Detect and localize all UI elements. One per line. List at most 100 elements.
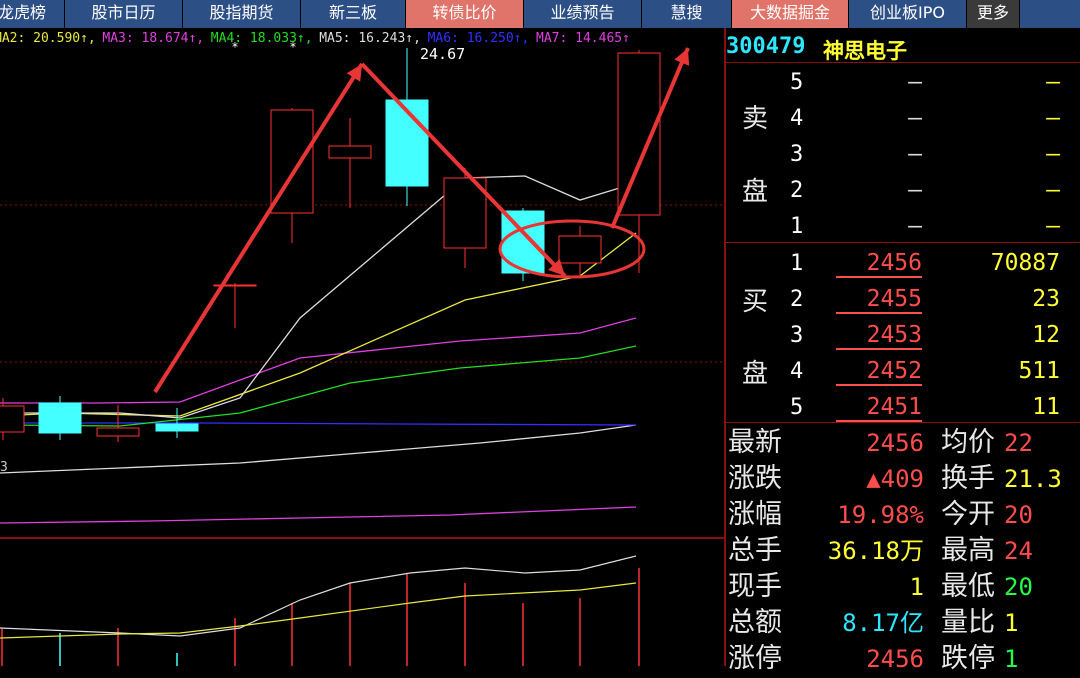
quote-row: 现手 1 最低 20 <box>726 570 1080 606</box>
marker-star: * <box>290 40 296 54</box>
buy-price: 2456 <box>836 250 922 278</box>
sell-row-4: 4 — — <box>726 102 1080 138</box>
quote-panel: 300479 神思电子 卖 盘 买 盘 5— —4— —3— —2— —1— —1 2456… <box>726 28 1080 674</box>
quote-label: 最高 <box>941 535 995 566</box>
ma-line <box>0 424 637 474</box>
buy-price: 2452 <box>836 358 922 386</box>
candle-body <box>328 145 372 159</box>
quote-row: 总额 8.17亿 量比 1 <box>726 606 1080 642</box>
buy-volume: 511 <box>1018 358 1060 384</box>
buy-volume: 11 <box>1032 394 1060 420</box>
tab-5[interactable]: 业绩预告 <box>524 0 642 28</box>
candle-body <box>38 402 82 434</box>
stock-code: 300479 <box>726 34 806 59</box>
sell-volume: — <box>1046 141 1060 167</box>
ma-legend-item: MA6: 16.250↑, <box>428 31 530 46</box>
level-number: 5 <box>790 70 804 95</box>
tab-4[interactable]: 转债比价 <box>406 0 524 28</box>
sell-price: — <box>908 105 922 131</box>
sell-price: — <box>908 69 922 95</box>
ma-legend-item: MA7: 14.465↑ <box>536 31 630 46</box>
kline-chart[interactable]: MA2: 20.590↑, MA3: 18.674↑, MA4: 18.033↑, M… <box>0 28 725 666</box>
quote-row: 最新 2456 均价 22 <box>726 426 1080 462</box>
ma-line <box>0 506 637 524</box>
buy-row-4: 4 2452 511 <box>726 355 1080 391</box>
quote-label: 跌停 <box>941 643 995 674</box>
quote-value: 20 <box>1004 573 1033 601</box>
quote-value: ▲409 <box>866 465 924 493</box>
volume-ma-line <box>0 582 637 639</box>
sell-row-2: 2 — — <box>726 174 1080 210</box>
quote-value: 2456 <box>866 429 924 457</box>
buy-row-1: 1 2456 70887 <box>726 247 1080 283</box>
quote-value: 20 <box>1004 501 1033 529</box>
quote-label: 总手 <box>728 535 782 566</box>
buy-row-5: 5 2451 11 <box>726 391 1080 427</box>
quote-label: 最新 <box>728 427 782 458</box>
ma-line <box>0 317 637 404</box>
buy-price: 2455 <box>836 286 922 314</box>
level-number: 2 <box>790 178 804 203</box>
level-number: 4 <box>790 359 804 384</box>
tab-1[interactable]: 股市日历 <box>65 0 183 28</box>
sell-row-1: 1 — — <box>726 210 1080 246</box>
quote-label: 今开 <box>941 499 995 530</box>
volume-ma-line <box>0 555 637 637</box>
ma-legend-item: MA2: 20.590↑, <box>0 31 96 46</box>
marker-star: * <box>232 40 238 54</box>
quote-row: 涨幅 19.98% 今开 20 <box>726 498 1080 534</box>
quote-value: 1 <box>1004 645 1019 673</box>
quote-label: 量比 <box>941 607 995 638</box>
quote-value: 36.18万 <box>827 537 924 565</box>
quote-value: 24 <box>1004 537 1033 565</box>
red-arrow-up-1 <box>153 62 364 394</box>
quote-value: 1 <box>1004 609 1019 637</box>
sell-volume: — <box>1046 213 1060 239</box>
quote-label: 换手 <box>941 463 995 494</box>
quote-label: 总额 <box>728 607 782 638</box>
level-number: 1 <box>790 214 804 239</box>
tab-8[interactable]: 创业板IPO <box>849 0 967 28</box>
quote-value: 1 <box>909 573 924 601</box>
ma-legend-item: MA5: 16.243↑, <box>319 31 421 46</box>
sell-volume: — <box>1046 105 1060 131</box>
quote-row: 总手 36.18万 最高 24 <box>726 534 1080 570</box>
quote-label: 均价 <box>941 427 995 458</box>
left-edge-value: 3 <box>0 460 8 475</box>
level-number: 1 <box>790 251 804 276</box>
volume-pane <box>0 555 640 666</box>
quote-row: 涨跌 ▲409 换手 21.3 <box>726 462 1080 498</box>
level-number: 2 <box>790 287 804 312</box>
buy-volume: 23 <box>1032 286 1060 312</box>
quote-label: 涨停 <box>728 643 782 674</box>
buy-price: 2451 <box>836 394 922 422</box>
ma-legend-item: MA4: 18.033↑, <box>211 31 313 46</box>
ma-legend: MA2: 20.590↑, MA3: 18.674↑, MA4: 18.033↑, M… <box>0 31 630 46</box>
candles <box>0 48 661 442</box>
buy-volume: 70887 <box>990 250 1060 276</box>
buy-price: 2453 <box>836 322 922 350</box>
sell-price: — <box>908 177 922 203</box>
level-number: 4 <box>790 106 804 131</box>
tab-2[interactable]: 股指期货 <box>183 0 301 28</box>
tab-3[interactable]: 新三板 <box>301 0 406 28</box>
high-price-label: 24.67 <box>420 45 465 63</box>
quote-label: 最低 <box>941 571 995 602</box>
tab-0[interactable]: 龙虎榜 <box>0 0 65 28</box>
candle-body <box>96 427 140 437</box>
level-number: 3 <box>790 323 804 348</box>
divider <box>726 62 1080 63</box>
sell-price: — <box>908 141 922 167</box>
quote-label: 涨幅 <box>728 499 782 530</box>
ma-legend-item: MA3: 18.674↑, <box>102 31 204 46</box>
level-number: 3 <box>790 142 804 167</box>
tab-7[interactable]: 大数据掘金 <box>732 0 849 28</box>
buy-volume: 12 <box>1032 322 1060 348</box>
quote-value: 22 <box>1004 429 1033 457</box>
ma-line <box>0 422 637 426</box>
annotations: * * <box>153 40 690 394</box>
quote-value: 8.17亿 <box>842 609 924 637</box>
sell-row-5: 5 — — <box>726 66 1080 102</box>
tab-6[interactable]: 慧搜 <box>642 0 732 28</box>
tab-9[interactable]: 更多 <box>967 0 1020 28</box>
